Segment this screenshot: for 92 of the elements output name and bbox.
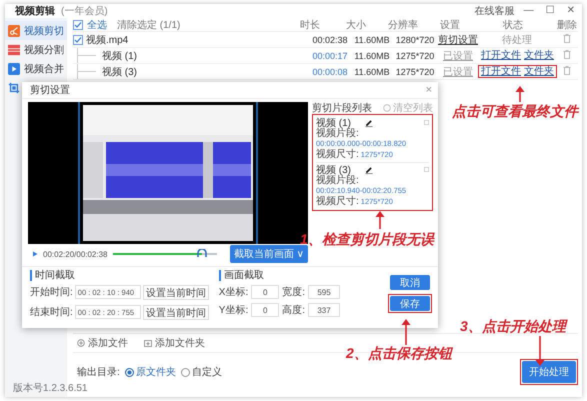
open-file-link[interactable]: 打开文件 (481, 66, 521, 77)
folder-link[interactable]: 文件夹 (524, 66, 554, 77)
column-header: 删除 (556, 18, 578, 32)
file-name: 视频 (3) (102, 66, 137, 78)
number-field[interactable]: 337 (308, 303, 340, 317)
column-header: 状态 (502, 18, 524, 32)
tree-line (77, 64, 99, 79)
checkbox[interactable] (73, 20, 83, 30)
checkbox[interactable] (73, 34, 83, 44)
select-all-label[interactable]: 全选 (87, 18, 107, 32)
segment-list-title: 剪切片段列表 (312, 102, 372, 115)
open-file-link[interactable]: 打开文件 (481, 50, 521, 61)
file-name: 视频.mp4 (86, 34, 128, 46)
delete-icon[interactable] (563, 66, 571, 75)
scissors-icon (8, 24, 20, 36)
segment-range-label: 视频片段: (316, 128, 360, 139)
segment-range-label: 视频片段: (316, 175, 360, 186)
column-header: 设置 (439, 18, 461, 32)
table-cell-text: 00:00:08 (311, 66, 349, 76)
cancel-button[interactable]: 取消 (390, 275, 430, 290)
pencil-icon[interactable] (365, 118, 373, 126)
support-link[interactable]: 在线客服 (474, 4, 515, 18)
delete-icon[interactable] (563, 50, 571, 59)
file-name: 视频 (1) (102, 50, 137, 62)
sidebar-item[interactable]: 视频剪切 (5, 21, 67, 40)
play-icon (8, 62, 20, 74)
folder-link[interactable]: 文件夹 (524, 50, 554, 61)
add-folder-button[interactable]: 添加文件夹 (144, 336, 205, 350)
minimize-button[interactable]: — (520, 4, 537, 18)
field-label: Y坐标: (218, 304, 248, 317)
play-icon[interactable] (32, 251, 38, 257)
column-header: 大小 (345, 18, 367, 32)
field-label: 结束时间: (30, 306, 73, 319)
up-arrow (400, 319, 412, 345)
table-cell-text: 00:02:38 (311, 34, 349, 44)
circle-icon (383, 104, 391, 112)
pencil-icon[interactable] (365, 166, 373, 174)
field-label: X坐标: (218, 286, 248, 299)
table-cell-text: 11.60MB (353, 34, 391, 44)
tree-line (77, 48, 99, 63)
number-field[interactable]: 595 (308, 285, 340, 299)
sidebar-item[interactable]: 视频分割 (5, 40, 67, 59)
section-title: 时间截取 (30, 270, 75, 281)
number-field[interactable]: 0 (251, 303, 280, 317)
table-cell-text: 11.60MB (353, 66, 391, 76)
segment-name: 视频 (1) (316, 116, 351, 128)
version-label: 版本号1.2.3.6.51 (13, 383, 88, 395)
app-title: 视频剪辑 (15, 4, 55, 18)
segment-size-label: 视频尺寸: (316, 149, 359, 160)
annotation-text: 3、点击开始处理 (460, 318, 566, 334)
column-header: 时长 (299, 18, 321, 32)
annotation-text: 1、检查剪切片段无误 (300, 231, 434, 247)
table-cell-text: 11.60MB (353, 50, 391, 60)
slider-handle[interactable] (197, 249, 208, 257)
membership-label: (一年会员) (61, 5, 108, 18)
plus-square-icon (144, 339, 152, 347)
set-time-button[interactable]: 设置当前时间 (142, 304, 209, 320)
capture-button[interactable]: 截取当前画面 ∨ (230, 245, 308, 263)
maximize-button[interactable]: ☐ (542, 4, 558, 18)
time-display: 00:02:20/00:02:38 (43, 250, 108, 258)
radio-button[interactable]: 原文件夹 (124, 365, 176, 379)
dialog-title: 剪切设置 (30, 84, 70, 97)
crop-icon (8, 82, 20, 94)
split-icon (8, 44, 20, 56)
radio-button[interactable]: 自定义 (180, 365, 222, 379)
close-button[interactable]: ✕ (564, 4, 578, 18)
settings-link[interactable]: 剪切设置 (438, 34, 478, 46)
sidebar-item[interactable]: 视频合并 (5, 59, 67, 78)
column-header: 分辨率 (387, 18, 419, 32)
save-button[interactable]: 保存 (390, 296, 430, 311)
table-cell-text: 1280*720 (394, 34, 436, 44)
status-text: 待处理 (501, 34, 533, 46)
output-label: 输出目录: (77, 366, 120, 379)
number-field[interactable]: 0 (251, 285, 280, 299)
annotation-text: 2、点击保存按钮 (346, 345, 452, 361)
up-arrow (514, 86, 526, 102)
section-title: 画面截取 (218, 270, 264, 281)
field-label: 宽度: (282, 286, 306, 299)
start-button[interactable]: 开始处理 (522, 361, 576, 383)
delete-icon[interactable] (563, 34, 571, 43)
table-cell-text: 1275*720 (394, 66, 436, 76)
add-file-button[interactable]: 添加文件 (77, 336, 128, 350)
segment-size-label: 视频尺寸: (316, 196, 359, 207)
plus-circle-icon (77, 339, 85, 347)
annotation-text: 点击可查看最终文件 (452, 103, 578, 119)
segment-name: 视频 (3) (316, 164, 351, 176)
field-label: 高度: (282, 304, 306, 317)
set-time-button[interactable]: 设置当前时间 (142, 284, 209, 300)
table-cell-text: 1275*720 (394, 50, 436, 60)
clear-selected-link[interactable]: 清除选定 (1/1) (117, 18, 180, 32)
table-cell-text: 00:00:17 (311, 50, 349, 60)
field-label: 开始时间: (30, 286, 73, 299)
